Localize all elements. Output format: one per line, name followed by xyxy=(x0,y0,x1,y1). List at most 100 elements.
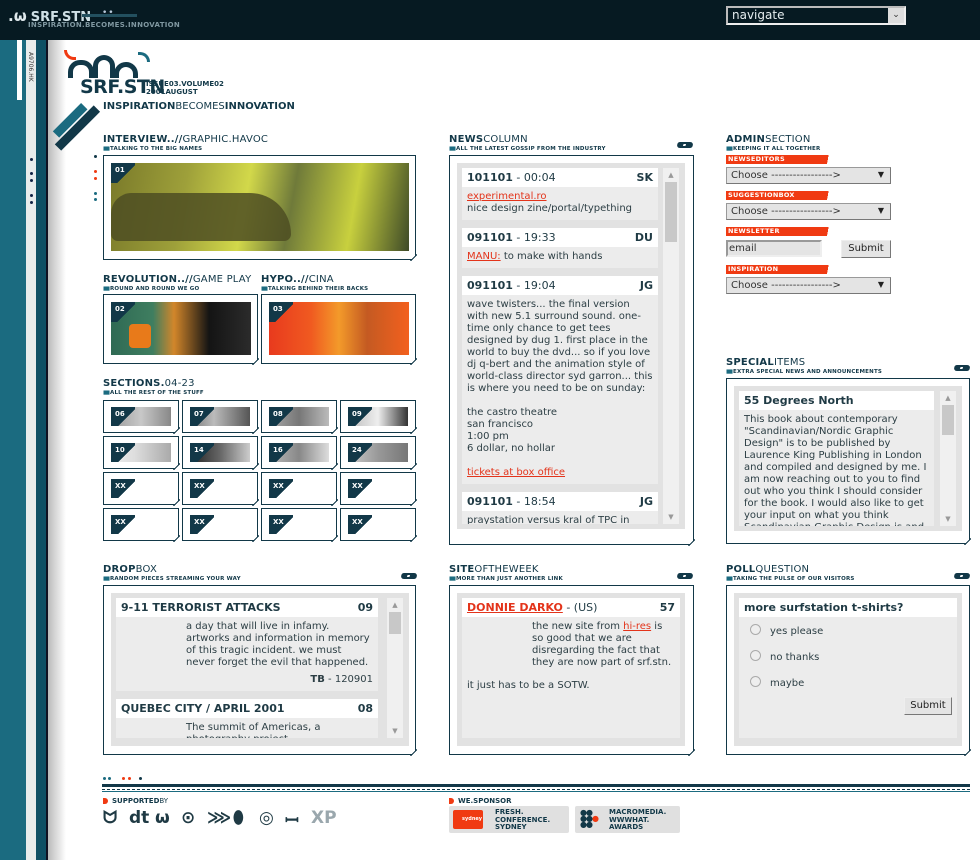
inspiration-select[interactable]: Choose -----------------> ▼ xyxy=(726,277,891,294)
section-tile[interactable]: 06 xyxy=(103,400,180,434)
news-link[interactable]: MANU: xyxy=(467,251,501,262)
tab-dot[interactable] xyxy=(94,170,97,173)
interview-feature[interactable]: 01 xyxy=(103,155,417,261)
tab-dot[interactable] xyxy=(94,192,97,195)
supporter-logo[interactable]: ◎ xyxy=(259,808,274,828)
section-tile[interactable]: XX xyxy=(340,472,417,506)
section-thumbnail[interactable]: 09 xyxy=(348,407,408,426)
poll-option[interactable]: maybe xyxy=(750,676,804,689)
scroll-down-icon[interactable]: ▼ xyxy=(663,510,679,524)
section-number-badge: 10 xyxy=(111,443,135,462)
section-thumbnail[interactable]: 14 xyxy=(190,443,250,462)
eye-icon[interactable] xyxy=(952,365,972,371)
section-tile[interactable]: XX xyxy=(182,472,259,506)
special-list[interactable]: 55 Degrees North This book about contemp… xyxy=(739,391,934,526)
scroll-up-icon[interactable]: ▲ xyxy=(940,391,956,405)
eye-icon[interactable] xyxy=(952,573,972,579)
section-tile[interactable]: 24 xyxy=(340,436,417,470)
section-thumbnail[interactable]: XX xyxy=(348,515,408,534)
section-tile[interactable]: XX xyxy=(261,472,338,506)
eye-icon[interactable] xyxy=(675,573,695,579)
section-thumbnail[interactable]: XX xyxy=(111,515,171,534)
sotw-body-link[interactable]: hi-res xyxy=(623,621,651,632)
section-thumbnail[interactable]: XX xyxy=(269,479,329,498)
macromedia-dots-icon: ●● ●●● ●● xyxy=(580,808,599,829)
poll-option[interactable]: yes please xyxy=(750,624,823,637)
section-thumbnail[interactable]: 10 xyxy=(111,443,171,462)
sponsor-macromedia-awards[interactable]: ●● ●●● ●● MACROMEDIA. WWWHAT. AWARDS xyxy=(575,806,680,833)
newseditors-select[interactable]: Choose -----------------> ▼ xyxy=(726,167,891,184)
eye-icon[interactable] xyxy=(399,573,419,579)
section-tile[interactable]: XX xyxy=(261,508,338,542)
radio-button[interactable] xyxy=(750,676,761,687)
supporter-logo[interactable]: ⊙ xyxy=(181,808,195,828)
poll-option[interactable]: no thanks xyxy=(750,650,819,663)
supporter-logo[interactable]: ω xyxy=(155,808,170,828)
supporter-logo[interactable]: ꟷ xyxy=(285,808,299,831)
scroll-thumb[interactable] xyxy=(665,182,677,242)
scroll-up-icon[interactable]: ▲ xyxy=(663,168,679,182)
newsletter-email-input[interactable]: email xyxy=(726,240,822,257)
feature-number-badge: 03 xyxy=(269,302,293,322)
poll-subtitle: TAKING THE PULSE OF OUR VISITORS xyxy=(726,576,855,582)
revolution-image[interactable]: 02 xyxy=(111,302,251,355)
section-thumbnail[interactable]: 16 xyxy=(269,443,329,462)
section-thumbnail[interactable]: XX xyxy=(190,515,250,534)
section-tile[interactable]: 07 xyxy=(182,400,259,434)
revolution-feature[interactable]: 02 xyxy=(103,294,259,365)
radio-button[interactable] xyxy=(750,650,761,661)
section-tile[interactable]: XX xyxy=(340,508,417,542)
issue-info: ISSUE03.VOLUME02 2001AUGUST xyxy=(146,80,224,96)
newsletter-submit-button[interactable]: Submit xyxy=(841,240,891,258)
section-tile[interactable]: 10 xyxy=(103,436,180,470)
section-tile[interactable]: 08 xyxy=(261,400,338,434)
section-thumbnail[interactable]: 06 xyxy=(111,407,171,426)
tab-dot[interactable] xyxy=(94,177,97,180)
news-link[interactable]: experimental.ro xyxy=(467,191,547,202)
section-tile[interactable]: XX xyxy=(103,472,180,506)
section-thumbnail[interactable]: XX xyxy=(269,515,329,534)
news-scrollbar[interactable]: ▲ ▼ xyxy=(663,168,679,524)
scroll-thumb[interactable] xyxy=(942,405,954,435)
dropbox-scrollbar[interactable]: ▲ ▼ xyxy=(387,598,403,738)
suggestionbox-select[interactable]: Choose -----------------> ▼ xyxy=(726,203,891,220)
supporter-logo[interactable]: ᗢ xyxy=(103,808,117,828)
hypo-image[interactable]: 03 xyxy=(269,302,409,355)
interview-image[interactable]: 01 xyxy=(111,163,409,251)
news-link[interactable]: tickets at box office xyxy=(467,467,565,478)
radio-button[interactable] xyxy=(750,624,761,635)
navigate-select[interactable]: navigate ⌄ xyxy=(726,6,906,25)
scroll-down-icon[interactable]: ▼ xyxy=(940,512,956,526)
section-tile[interactable]: XX xyxy=(182,508,259,542)
hypo-feature[interactable]: 03 xyxy=(261,294,417,365)
special-scrollbar[interactable]: ▲ ▼ xyxy=(940,391,956,526)
news-list[interactable]: 101101 - 00:04 SK experimental.ro nice de… xyxy=(462,168,658,524)
supporter-logo[interactable]: XP xyxy=(311,808,337,828)
supporter-logo[interactable]: ⋙ xyxy=(207,808,231,828)
section-thumbnail[interactable]: 07 xyxy=(190,407,250,426)
sotw-title: SITEOFTHEWEEK xyxy=(449,564,539,575)
supporter-logo[interactable]: ⬮ xyxy=(233,808,244,828)
section-tile[interactable]: 16 xyxy=(261,436,338,470)
eye-icon[interactable] xyxy=(675,142,695,148)
dropbox-list[interactable]: 9-11 TERRORIST ATTACKS 09 a day that will… xyxy=(116,598,378,738)
section-thumbnail[interactable]: XX xyxy=(190,479,250,498)
footer-dot xyxy=(103,777,106,780)
section-thumbnail[interactable]: 08 xyxy=(269,407,329,426)
sponsor-fresh-conference[interactable]: sydney FRESH. CONFERENCE. SYDNEY xyxy=(449,806,569,833)
section-tile[interactable]: 09 xyxy=(340,400,417,434)
scroll-thumb[interactable] xyxy=(389,612,401,634)
section-thumbnail[interactable]: XX xyxy=(348,479,408,498)
scroll-up-icon[interactable]: ▲ xyxy=(387,598,403,612)
section-tile[interactable]: 14 xyxy=(182,436,259,470)
supporter-logo[interactable]: dt xyxy=(129,808,149,828)
masthead-tagline: INSPIRATIONBECOMESINNOVATION xyxy=(103,101,295,112)
tab-dot[interactable] xyxy=(94,198,97,201)
section-thumbnail[interactable]: 24 xyxy=(348,443,408,462)
section-tile[interactable]: XX xyxy=(103,508,180,542)
tab-dot[interactable] xyxy=(94,155,97,158)
poll-submit-button[interactable]: Submit xyxy=(904,697,952,715)
section-thumbnail[interactable]: XX xyxy=(111,479,171,498)
sotw-site-link[interactable]: DONNIE DARKO xyxy=(467,601,563,614)
scroll-down-icon[interactable]: ▼ xyxy=(387,724,403,738)
